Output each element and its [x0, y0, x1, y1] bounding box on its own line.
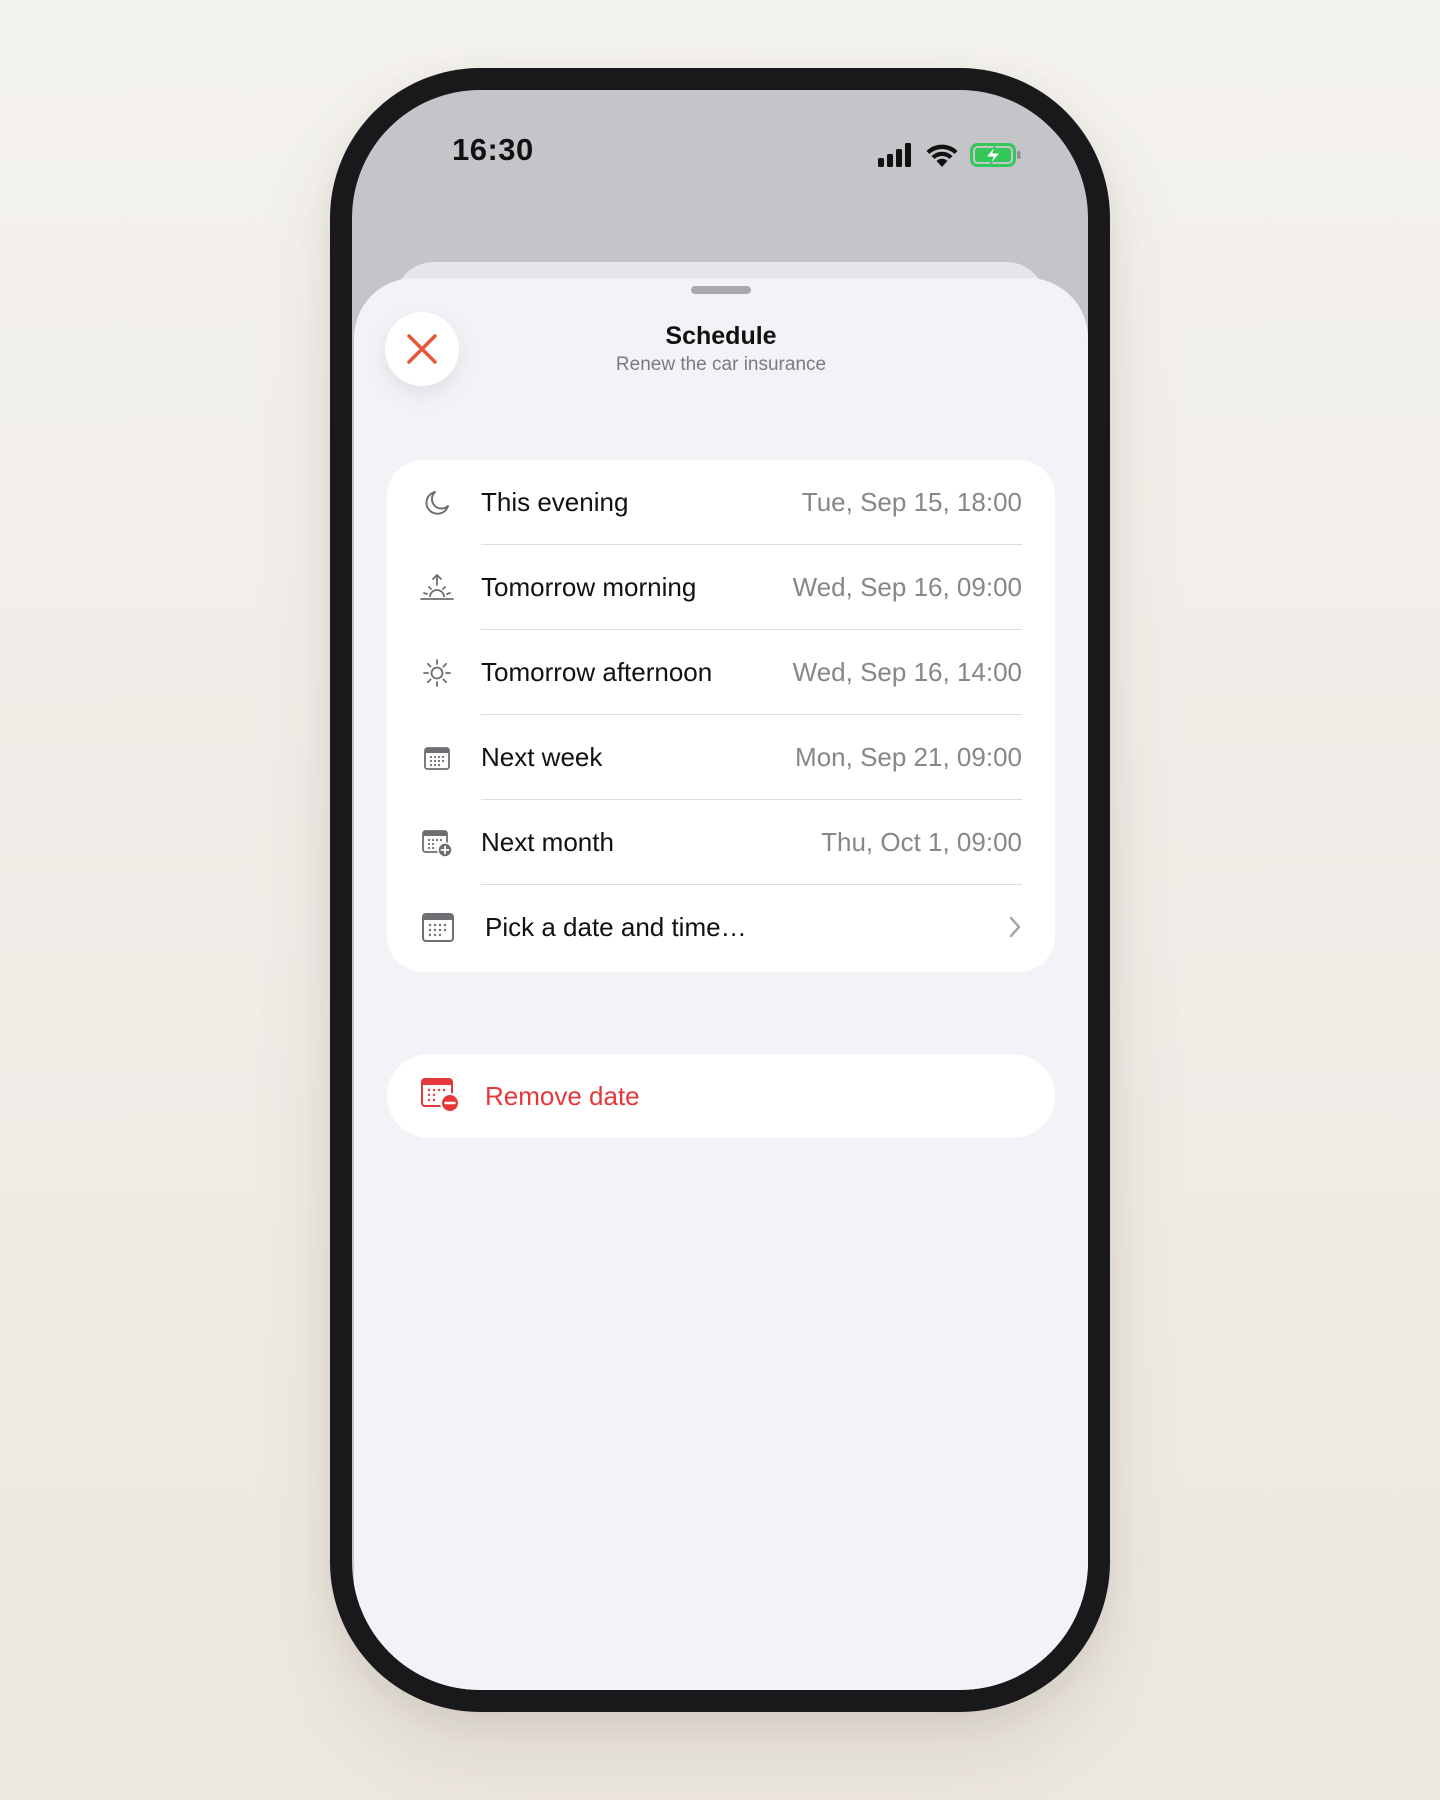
chevron-right-icon [1008, 915, 1022, 944]
sunrise-icon [420, 571, 454, 605]
option-next-month[interactable]: Next month Thu, Oct 1, 09:00 [387, 800, 1055, 885]
moon-icon [420, 486, 454, 520]
option-value: Mon, Sep 21, 09:00 [795, 742, 1022, 772]
option-pick-date-time[interactable]: Pick a date and time… [387, 885, 1055, 970]
sheet-title: Schedule [665, 322, 777, 350]
wifi-icon [926, 144, 958, 167]
option-value: Wed, Sep 16, 09:00 [792, 572, 1022, 602]
option-tomorrow-morning[interactable]: Tomorrow morning Wed, Sep 16, 09:00 [387, 545, 1055, 630]
calendar-icon [420, 909, 456, 945]
sun-icon [420, 656, 454, 690]
remove-date-button[interactable]: Remove date [387, 1054, 1055, 1138]
phone-screen: 16:30 Schedule Renew the car insurance T… [352, 90, 1088, 1690]
schedule-sheet: Schedule Renew the car insurance This ev… [354, 278, 1088, 1690]
option-label: Tomorrow afternoon [481, 657, 713, 687]
calendar-plus-icon [420, 826, 454, 860]
option-value: Thu, Oct 1, 09:00 [821, 827, 1022, 857]
option-label: Pick a date and time… [485, 912, 747, 942]
option-this-evening[interactable]: This evening Tue, Sep 15, 18:00 [387, 460, 1055, 545]
option-label: Tomorrow morning [481, 572, 697, 602]
remove-date-label: Remove date [485, 1081, 640, 1111]
battery-charging-icon [970, 143, 1021, 167]
option-label: Next month [481, 827, 614, 857]
calendar-icon [420, 741, 454, 775]
option-label: Next week [481, 742, 603, 772]
option-tomorrow-afternoon[interactable]: Tomorrow afternoon Wed, Sep 16, 14:00 [387, 630, 1055, 715]
option-value: Tue, Sep 15, 18:00 [801, 487, 1022, 517]
option-value: Wed, Sep 16, 14:00 [792, 657, 1022, 687]
schedule-options-list: This evening Tue, Sep 15, 18:00 Tomorrow… [387, 460, 1055, 972]
option-next-week[interactable]: Next week Mon, Sep 21, 09:00 [387, 715, 1055, 800]
phone-frame: 16:30 Schedule Renew the car insurance T… [330, 68, 1110, 1712]
status-bar: 16:30 [352, 90, 1088, 200]
calendar-remove-icon [420, 1076, 460, 1114]
sheet-subtitle: Renew the car insurance [615, 354, 827, 375]
sheet-grabber[interactable] [691, 286, 751, 294]
status-icons [878, 142, 1022, 168]
option-label: This evening [481, 487, 629, 517]
cellular-signal-icon [878, 143, 911, 167]
status-time: 16:30 [452, 132, 534, 167]
